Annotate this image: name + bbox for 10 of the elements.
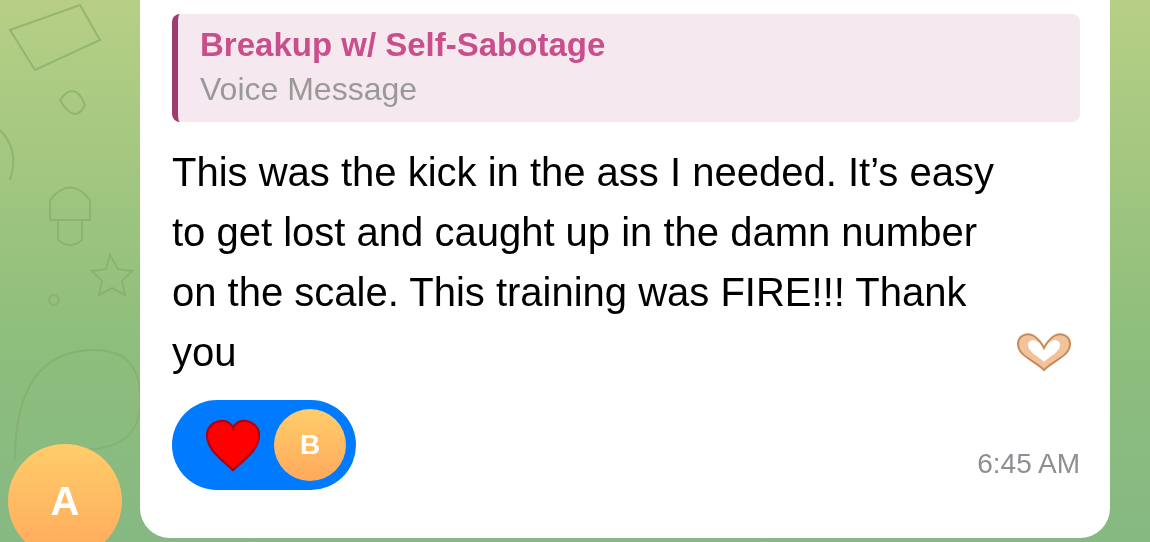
message-time: 6:45 AM bbox=[977, 448, 1080, 480]
user-avatar[interactable]: A bbox=[8, 444, 122, 542]
reply-quote[interactable]: Breakup w/ Self-Sabotage Voice Message bbox=[172, 14, 1080, 122]
message-text: This was the kick in the ass I needed. It’s easy to get lost and caught up in the damn number on the scale. This training was FIRE!!! Thank you bbox=[172, 149, 995, 376]
reply-title: Breakup w/ Self-Sabotage bbox=[200, 25, 607, 65]
reply-subtitle: Voice Message bbox=[200, 70, 418, 109]
reaction-button[interactable]: B bbox=[172, 400, 356, 490]
heart-hands-icon bbox=[1014, 330, 1074, 374]
heart-icon bbox=[204, 417, 262, 473]
reactor-avatar: B bbox=[274, 409, 346, 481]
